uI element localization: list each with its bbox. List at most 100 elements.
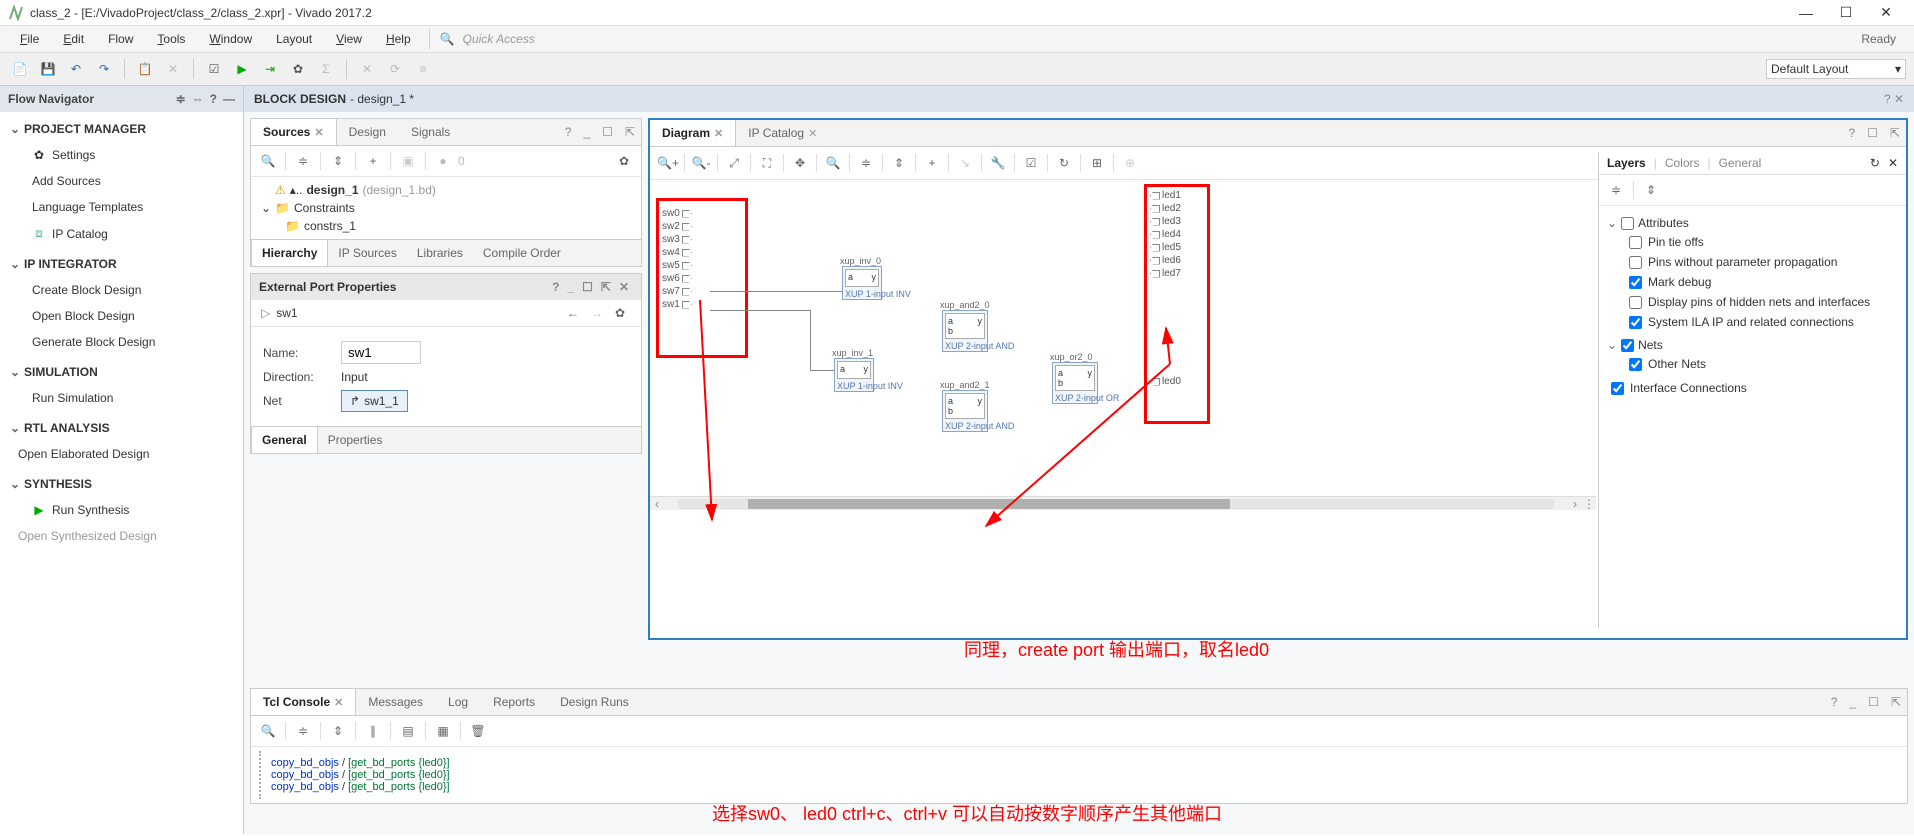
port-sw6[interactable]: sw6 <box>662 273 692 284</box>
new-button[interactable]: 📄 <box>8 57 32 81</box>
cancel-button[interactable]: ✕ <box>355 57 379 81</box>
panel-pop-icon[interactable]: ⇱ <box>1885 691 1907 713</box>
chk-pin-tie-offs[interactable] <box>1629 236 1642 249</box>
undo-button[interactable]: ↶ <box>64 57 88 81</box>
nav-generate-block-design[interactable]: Generate Block Design <box>0 329 243 355</box>
nav-add-sources[interactable]: Add Sources <box>0 168 243 194</box>
port-sw2[interactable]: sw2 <box>662 221 692 232</box>
panel-maximize-icon[interactable]: ☐ <box>1862 691 1885 713</box>
panel-pop-icon[interactable]: ⇱ <box>619 121 641 143</box>
nav-settings[interactable]: ✿Settings <box>0 142 243 168</box>
nav-group-simulation[interactable]: SIMULATION <box>0 359 243 385</box>
gear-icon[interactable]: ✿ <box>609 306 631 320</box>
port-led5[interactable]: led5 <box>1150 242 1181 253</box>
layers-tab-colors[interactable]: Colors <box>1665 156 1700 170</box>
search-icon[interactable]: 🔍 <box>821 151 845 175</box>
menu-view[interactable]: View <box>324 26 374 52</box>
expand-icon[interactable]: ⇔ <box>192 92 204 106</box>
nav-open-elaborated-design[interactable]: Open Elaborated Design <box>0 441 243 467</box>
tree-constrs1[interactable]: 📁constrs_1 <box>257 217 635 235</box>
menu-window[interactable]: Window <box>197 26 264 52</box>
nav-language-templates[interactable]: Language Templates <box>0 194 243 220</box>
subtab-general[interactable]: General <box>251 426 318 453</box>
prev-button[interactable]: ← <box>561 306 585 320</box>
expand-icon[interactable]: ⇕ <box>327 720 349 742</box>
port-led7[interactable]: led7 <box>1150 268 1181 279</box>
close-icon[interactable]: ✕ <box>714 128 723 140</box>
close-icon[interactable]: ✕ <box>1888 156 1898 170</box>
tree-constraints[interactable]: ⌄📁Constraints <box>257 199 635 217</box>
name-input[interactable] <box>341 341 421 364</box>
panel-pop-icon[interactable]: ⇱ <box>1884 122 1906 144</box>
add-icon[interactable]: + <box>362 150 384 172</box>
nav-create-block-design[interactable]: Create Block Design <box>0 277 243 303</box>
expand-all-icon[interactable]: ⇕ <box>327 150 349 172</box>
pin-icon[interactable]: ⊕ <box>1118 151 1142 175</box>
panel-maximize-icon[interactable]: ☐ <box>596 121 619 143</box>
quick-access-input[interactable]: Quick Access <box>459 28 539 50</box>
panel-maximize-icon[interactable]: ☐ <box>578 280 597 294</box>
layers-tab-layers[interactable]: Layers <box>1607 156 1646 170</box>
delete-button[interactable]: ✕ <box>161 57 185 81</box>
pan-icon[interactable]: ✥ <box>788 151 812 175</box>
port-led2[interactable]: led2 <box>1150 203 1181 214</box>
chk-system-ila[interactable] <box>1629 316 1642 329</box>
port-led3[interactable]: led3 <box>1150 216 1181 227</box>
subtab-compile-order[interactable]: Compile Order <box>473 240 571 266</box>
redo-button[interactable]: ↷ <box>92 57 116 81</box>
menu-flow[interactable]: Flow <box>96 26 145 52</box>
close-icon[interactable]: ✕ <box>808 128 817 140</box>
panel-minimize-icon[interactable]: _ <box>1843 691 1862 713</box>
menu-layout[interactable]: Layout <box>264 26 324 52</box>
collapse-icon[interactable]: ≑ <box>854 151 878 175</box>
layers-attributes[interactable]: Attributes <box>1607 214 1898 232</box>
close-icon[interactable]: ✕ <box>334 697 343 709</box>
connect-icon[interactable]: ↘ <box>953 151 977 175</box>
close-nav-icon[interactable]: — <box>223 92 235 106</box>
pause-icon[interactable]: ∥ <box>362 720 384 742</box>
bd-help-icon[interactable]: ? ✕ <box>1884 92 1904 106</box>
nav-run-simulation[interactable]: Run Simulation <box>0 385 243 411</box>
port-sw3[interactable]: sw3 <box>662 234 692 245</box>
clear-icon[interactable]: ▤ <box>397 720 419 742</box>
subtab-ip-sources[interactable]: IP Sources <box>328 240 406 266</box>
run-button[interactable]: ▶ <box>230 57 254 81</box>
port-led1[interactable]: led1 <box>1150 190 1181 201</box>
horizontal-scrollbar[interactable]: ‹›⋮ <box>650 496 1596 510</box>
copy-button[interactable]: 📋 <box>133 57 157 81</box>
window-maximize[interactable]: ☐ <box>1826 4 1866 21</box>
check-button[interactable]: ☑ <box>202 57 226 81</box>
nav-run-synthesis[interactable]: ▶Run Synthesis <box>0 497 243 523</box>
tab-messages[interactable]: Messages <box>356 689 436 715</box>
more-button[interactable]: ≡ <box>411 57 435 81</box>
nav-ip-catalog[interactable]: ⧈IP Catalog <box>0 220 243 247</box>
help-icon[interactable]: ? <box>210 92 217 106</box>
search-icon[interactable]: 🔍 <box>257 720 279 742</box>
tab-tcl-console[interactable]: Tcl Console✕ <box>251 689 356 715</box>
expand-all-icon[interactable]: ⇕ <box>1640 179 1662 201</box>
port-sw7[interactable]: sw7 <box>662 286 692 297</box>
nav-open-synthesized-design[interactable]: Open Synthesized Design <box>0 523 243 549</box>
collapse-all-icon[interactable]: ≑ <box>292 150 314 172</box>
regenerate-icon[interactable]: ↻ <box>1052 151 1076 175</box>
zoom-fit-icon[interactable]: ⤢ <box>722 151 746 175</box>
panel-minimize-icon[interactable]: _ <box>577 121 596 143</box>
layers-tab-general[interactable]: General <box>1719 156 1762 170</box>
menu-file[interactable]: File <box>8 26 51 52</box>
wrench-icon[interactable]: 🔧 <box>986 151 1010 175</box>
refresh-icon[interactable]: ↻ <box>1870 156 1880 170</box>
next-button[interactable]: → <box>585 306 609 320</box>
ip-xup-and2-0[interactable]: abyXUP 2-input AND <box>942 310 988 352</box>
nav-group-project-manager[interactable]: PROJECT MANAGER <box>0 116 243 142</box>
nav-group-rtl-analysis[interactable]: RTL ANALYSIS <box>0 415 243 441</box>
validate-icon[interactable]: ☑ <box>1019 151 1043 175</box>
tab-diagram[interactable]: Diagram✕ <box>650 120 736 146</box>
search-icon[interactable]: 🔍 <box>257 150 279 172</box>
panel-minimize-icon[interactable]: _ <box>563 280 578 294</box>
net-value[interactable]: ↱sw1_1 <box>341 390 408 412</box>
step-button[interactable]: ⇥ <box>258 57 282 81</box>
tree-design-node[interactable]: ⚠▴..design_1 (design_1.bd) <box>257 181 635 199</box>
panel-close-icon[interactable]: ✕ <box>615 280 633 294</box>
nav-group-synthesis[interactable]: SYNTHESIS <box>0 471 243 497</box>
collapse-icon[interactable]: ≑ <box>176 92 186 106</box>
